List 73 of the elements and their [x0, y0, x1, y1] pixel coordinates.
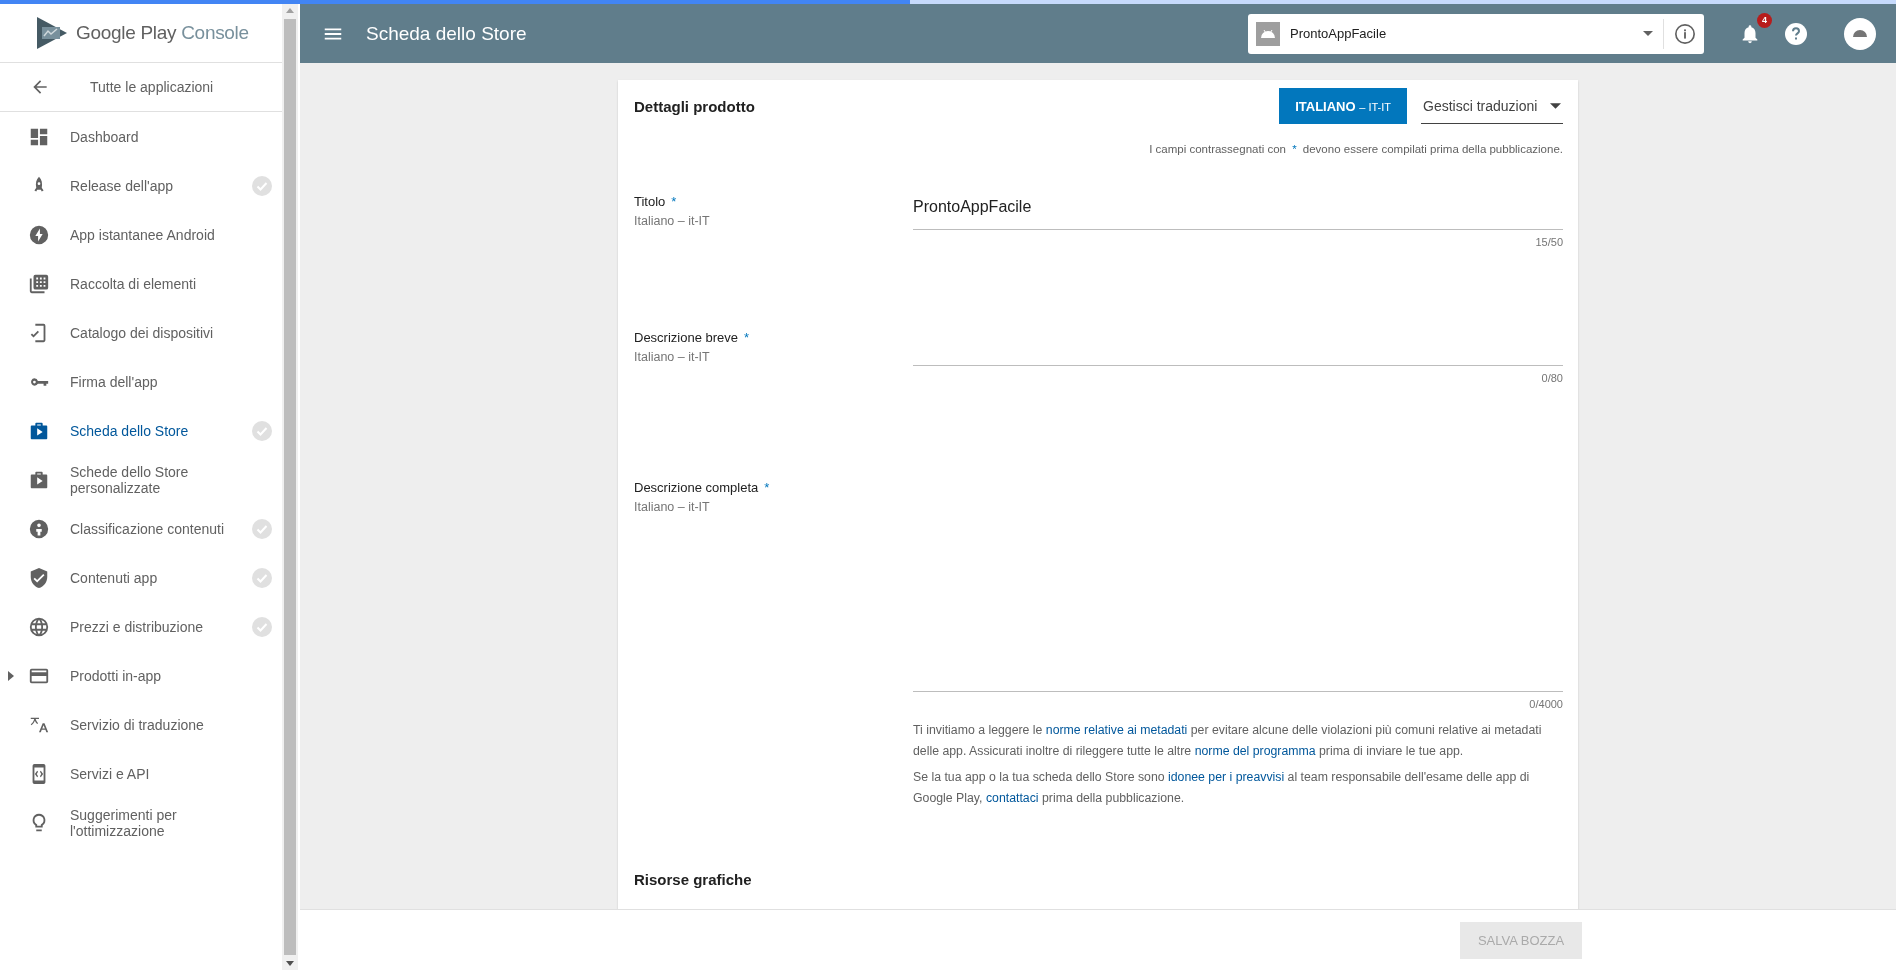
field-label: Titolo [634, 194, 666, 209]
sidebar-item-label: Prodotti in-app [70, 667, 163, 684]
sidebar-item-label: Prezzi e distribuzione [70, 618, 205, 635]
policy-link[interactable]: idonee per i preavvisi [1168, 770, 1285, 784]
sidebar-item[interactable]: Schede dello Store personalizzate [0, 455, 282, 504]
field-language: Italiano – it-IT [634, 214, 711, 228]
policy-link[interactable]: norme relative ai metadati [1045, 723, 1188, 737]
app-selector[interactable]: ProntoAppFacile [1248, 13, 1704, 54]
sidebar-item[interactable]: App istantanee Android [0, 210, 282, 259]
sidebar-item[interactable]: Dashboard [0, 112, 282, 161]
field-label: Descrizione breve [634, 330, 739, 345]
bolt-icon [28, 223, 50, 246]
sidebar-item-label: Catalogo dei dispositivi [70, 324, 215, 341]
text-input-field[interactable]: ProntoAppFacile [913, 192, 1563, 230]
page-title: Scheda dello Store [366, 22, 527, 45]
sidebar-item[interactable]: Prodotti in-app [0, 651, 282, 700]
avatar-icon[interactable] [1844, 17, 1876, 50]
required-fields-notice: I campi contrassegnati con * devono essere compilati prima della pubblicazione. [1148, 143, 1563, 155]
policy-link[interactable]: contattaci [985, 791, 1039, 805]
sidebar-item[interactable]: Catalogo dei dispositivi [0, 308, 282, 357]
character-counter: 15/50 [1534, 236, 1563, 248]
notification-badge: 4 [1757, 12, 1772, 28]
info-icon[interactable] [1674, 22, 1696, 45]
policy-paragraph: Ti invitiamo a leggere le norme relative ai metadati per evitare alcune delle violazioni più comuni relative ai metadati delle app. Assicurati inoltre di rileggere tutte le altre norme del programma prima di inviare le tue app. [913, 722, 1543, 760]
sidebar-item[interactable]: Release dell'app [0, 161, 282, 210]
sidebar-item-label: Firma dell'app [70, 373, 159, 390]
sidebar-item[interactable]: Servizio di traduzione [0, 700, 282, 749]
app-logo-text: Google Play Console [76, 22, 249, 44]
field-label: Descrizione completa [634, 480, 759, 495]
policy-paragraph: Se la tua app o la tua scheda dello Store sono idonee per i preavvisi al team responsabile dell'esame delle app di Google Play, contattaci prima della pubblicazione. [913, 769, 1531, 807]
caret-icon [1643, 31, 1653, 36]
sidebar-item[interactable]: Prezzi e distribuzione [0, 602, 282, 651]
sidebar-item[interactable]: Suggerimenti per l'ottimizzazione [0, 798, 282, 847]
sidebar-scrollbar[interactable] [282, 4, 298, 970]
sidebar-item-label: Release dell'app [70, 177, 175, 194]
help-icon[interactable] [1784, 21, 1808, 46]
section-title: Risorse grafiche [634, 871, 753, 888]
character-counter: 0/80 [1540, 372, 1563, 384]
sidebar-item-label: Dashboard [70, 128, 140, 145]
caret-icon [1550, 102, 1561, 109]
sidebar-item-label: Classificazione contenuti [70, 520, 226, 537]
android-icon [1256, 21, 1280, 46]
character-counter: 0/4000 [1528, 698, 1563, 710]
translations-dropdown[interactable]: Gestisci traduzioni [1421, 88, 1563, 124]
required-mark: * [764, 480, 770, 495]
sidebar-item-label: Suggerimenti per l'ottimizzazione [70, 806, 178, 839]
sidebar-item[interactable]: Raccolta di elementi [0, 259, 282, 308]
sidebar-item[interactable]: Servizi e API [0, 749, 282, 798]
scroll-up-arrow-icon[interactable] [286, 8, 294, 13]
sidebar-item-label: Contenuti app [70, 569, 159, 586]
field-language: Italiano – it-IT [634, 350, 711, 364]
sidebar-item[interactable]: Firma dell'app [0, 357, 282, 406]
person-icon [28, 517, 50, 540]
sidebar-item-label: Schede dello Store personalizzate [70, 463, 190, 496]
policy-link[interactable]: norme del programma [1194, 744, 1316, 758]
sidebar-item-label: Servizio di traduzione [70, 716, 205, 733]
sidebar-item-label: Servizi e API [70, 765, 151, 782]
library-icon [28, 272, 50, 295]
sidebar-item-label: Scheda dello Store [70, 422, 190, 439]
globe-icon [28, 615, 50, 638]
section-title: Dettagli prodotto [634, 97, 755, 115]
required-mark: * [671, 194, 677, 209]
sidebar-item-label: App istantanee Android [70, 226, 216, 243]
field-language: Italiano – it-IT [634, 500, 711, 514]
sidebar-item-label: Raccolta di elementi [70, 275, 198, 292]
required-mark: * [744, 330, 750, 345]
language-button[interactable]: ITALIANO – IT-IT [1279, 88, 1407, 124]
scroll-down-arrow-icon[interactable] [286, 961, 294, 966]
sidebar-item[interactable]: Classificazione contenuti [0, 504, 282, 553]
sidebar-item[interactable]: Contenuti app [0, 553, 282, 602]
expand-arrow-icon[interactable] [8, 671, 14, 681]
sidebar-item[interactable]: Scheda dello Store [0, 406, 282, 455]
shield-icon [28, 566, 50, 589]
